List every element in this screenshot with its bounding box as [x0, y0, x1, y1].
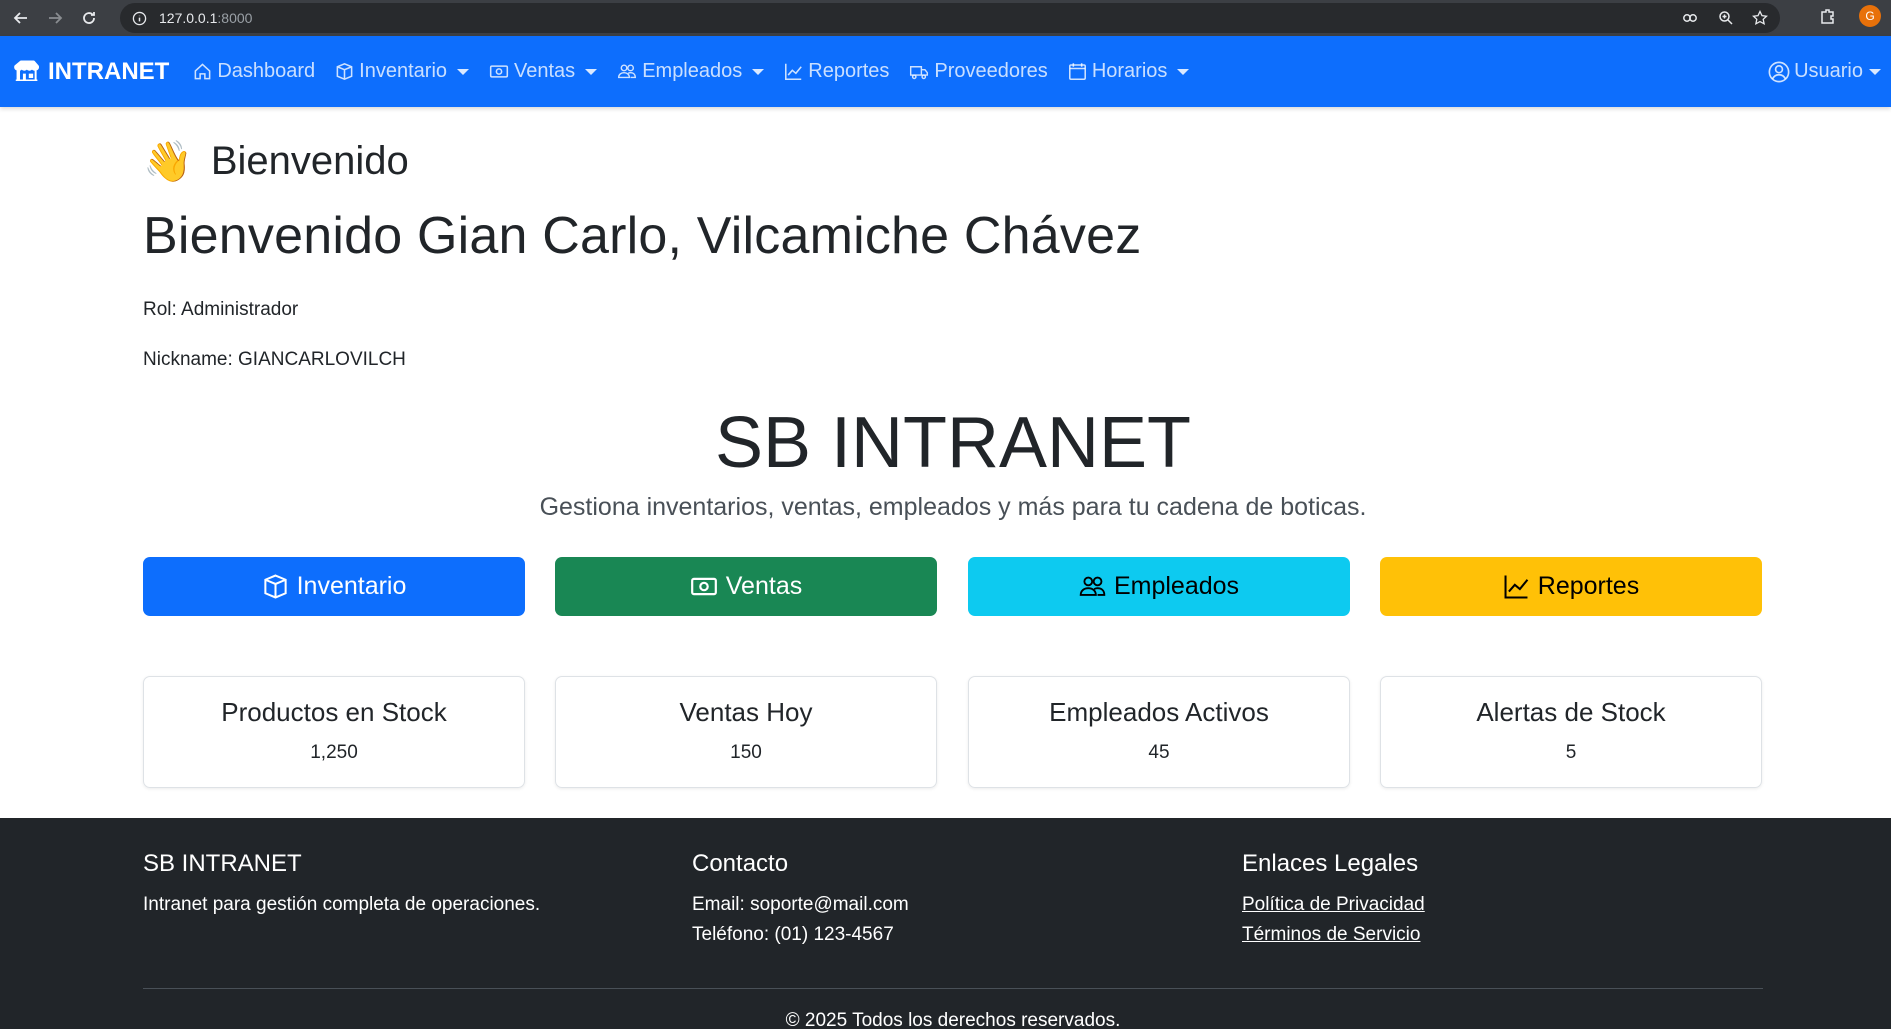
- nav-ventas-label: Ventas: [514, 60, 576, 82]
- ventas-button[interactable]: Ventas: [555, 557, 937, 616]
- stat-title: Empleados Activos: [1049, 697, 1269, 727]
- footer-legal-title: Enlaces Legales: [1242, 850, 1419, 877]
- footer-legal: Enlaces Legales Política de Privacidad T…: [1242, 850, 1425, 950]
- user-greeting: Bienvenido Gian Carlo, Vilcamiche Chávez: [143, 207, 1142, 265]
- stat-value: 1,250: [310, 742, 358, 763]
- nav-horarios-label: Horarios: [1091, 60, 1168, 82]
- stat-title: Productos en Stock: [221, 697, 447, 727]
- nav-empleados[interactable]: Empleados: [617, 60, 765, 83]
- back-button[interactable]: [8, 5, 34, 31]
- browser-toolbar: 127.0.0.1:8000 G: [0, 0, 1891, 36]
- info-icon: [132, 11, 147, 25]
- inventario-button-label: Inventario: [296, 572, 407, 600]
- hero-subtitle: Gestiona inventarios, ventas, empleados …: [539, 493, 1367, 521]
- stat-title: Alertas de Stock: [1476, 697, 1666, 727]
- cash-icon: [690, 577, 717, 596]
- footer-about-text: Intranet para gestión completa de operac…: [143, 894, 541, 915]
- graph-icon: [1504, 575, 1529, 599]
- user-menu-label: Usuario: [1794, 60, 1863, 82]
- nav-reportes[interactable]: Reportes: [784, 60, 889, 83]
- privacy-policy-link[interactable]: Política de Privacidad: [1242, 890, 1425, 920]
- user-role: Rol: Administrador: [143, 299, 299, 320]
- nav-dashboard[interactable]: Dashboard: [193, 60, 315, 83]
- stat-title: Ventas Hoy: [679, 697, 813, 727]
- stat-value: 150: [730, 742, 762, 763]
- user-dropdown[interactable]: Usuario: [1768, 36, 1881, 107]
- graph-icon: [785, 63, 803, 80]
- people-icon: [1079, 576, 1106, 596]
- stat-card-productos: Productos en Stock 1,250: [143, 676, 525, 788]
- url-host: 127.0.0.1: [159, 10, 218, 26]
- waving-hand-icon: 👋: [143, 140, 193, 184]
- stats-cards: Productos en Stock 1,250 Ventas Hoy 150 …: [143, 676, 1763, 788]
- stat-card-ventas: Ventas Hoy 150: [555, 676, 937, 788]
- stat-card-alertas: Alertas de Stock 5: [1380, 676, 1762, 788]
- welcome-heading-text: Bienvenido: [210, 139, 409, 183]
- chevron-down-icon: [752, 68, 765, 75]
- chevron-down-icon: [1177, 68, 1190, 75]
- calendar-icon: [1068, 63, 1086, 80]
- password-key-icon[interactable]: [1682, 9, 1700, 27]
- nav-dashboard-label: Dashboard: [217, 60, 316, 82]
- quick-actions: Inventario Ventas Empleados Reportes: [143, 557, 1763, 616]
- reload-button[interactable]: [76, 5, 102, 31]
- empleados-button-label: Empleados: [1113, 572, 1240, 600]
- nav-proveedores-label: Proveedores: [934, 60, 1048, 82]
- forward-button[interactable]: [42, 5, 68, 31]
- inventario-button[interactable]: Inventario: [143, 557, 525, 616]
- address-bar[interactable]: 127.0.0.1:8000: [120, 3, 1780, 33]
- star-icon[interactable]: [1752, 10, 1768, 26]
- page-footer: SB INTRANET Intranet para gestión comple…: [0, 818, 1891, 1029]
- reportes-button[interactable]: Reportes: [1380, 557, 1762, 616]
- footer-contact-email: Email: soporte@mail.com: [692, 894, 909, 915]
- chevron-down-icon: [457, 68, 470, 75]
- nav-reportes-label: Reportes: [808, 60, 890, 82]
- people-icon: [618, 64, 637, 79]
- terms-of-service-link[interactable]: Términos de Servicio: [1242, 920, 1425, 950]
- footer-contact-title: Contacto: [692, 850, 789, 877]
- cash-icon: [489, 65, 509, 78]
- arrow-right-icon: [49, 12, 63, 24]
- url-port: :8000: [217, 10, 253, 26]
- nav-proveedores[interactable]: Proveedores: [909, 60, 1048, 83]
- footer-copyright: © 2025 Todos los derechos reservados.: [785, 1010, 1121, 1029]
- footer-about-title: SB INTRANET: [143, 850, 302, 877]
- user-nickname: Nickname: GIANCARLOVILCH: [143, 349, 406, 370]
- nav-ventas[interactable]: Ventas: [489, 60, 598, 83]
- ventas-button-label: Ventas: [725, 572, 803, 600]
- profile-avatar[interactable]: G: [1859, 5, 1881, 27]
- truck-icon: [910, 66, 929, 80]
- reload-icon: [83, 12, 95, 24]
- box-icon: [263, 574, 287, 599]
- stat-value: 45: [1148, 742, 1170, 763]
- stat-card-empleados: Empleados Activos 45: [968, 676, 1350, 788]
- nav-inventario[interactable]: Inventario: [335, 60, 470, 83]
- footer-contact-phone: Teléfono: (01) 123-4567: [692, 924, 894, 945]
- shop-icon: [14, 59, 40, 81]
- arrow-left-icon: [13, 12, 27, 24]
- extensions-icon[interactable]: [1819, 7, 1837, 25]
- box-icon: [336, 62, 353, 81]
- house-icon: [194, 63, 211, 80]
- nav-horarios[interactable]: Horarios: [1068, 60, 1190, 83]
- footer-divider: [143, 988, 1763, 989]
- brand-link[interactable]: INTRANET: [14, 58, 169, 86]
- footer-about: SB INTRANET Intranet para gestión comple…: [143, 850, 540, 920]
- chevron-down-icon: [1869, 68, 1881, 75]
- footer-contact: Contacto Email: soporte@mail.com Teléfon…: [692, 850, 909, 950]
- stat-value: 5: [1565, 742, 1577, 763]
- brand-label: INTRANET: [48, 57, 170, 85]
- welcome-heading: 👋 Bienvenido: [143, 138, 409, 185]
- reportes-button-label: Reportes: [1537, 572, 1640, 600]
- person-circle-icon: [1768, 61, 1790, 82]
- empleados-button[interactable]: Empleados: [968, 557, 1350, 616]
- nav-empleados-label: Empleados: [642, 60, 743, 82]
- nav-inventario-label: Inventario: [359, 60, 448, 82]
- main-navbar: INTRANET Dashboard Inventario Ventas Emp…: [0, 36, 1891, 107]
- zoom-icon[interactable]: [1718, 10, 1734, 26]
- chevron-down-icon: [585, 68, 598, 75]
- hero-title: SB INTRANET: [714, 403, 1192, 483]
